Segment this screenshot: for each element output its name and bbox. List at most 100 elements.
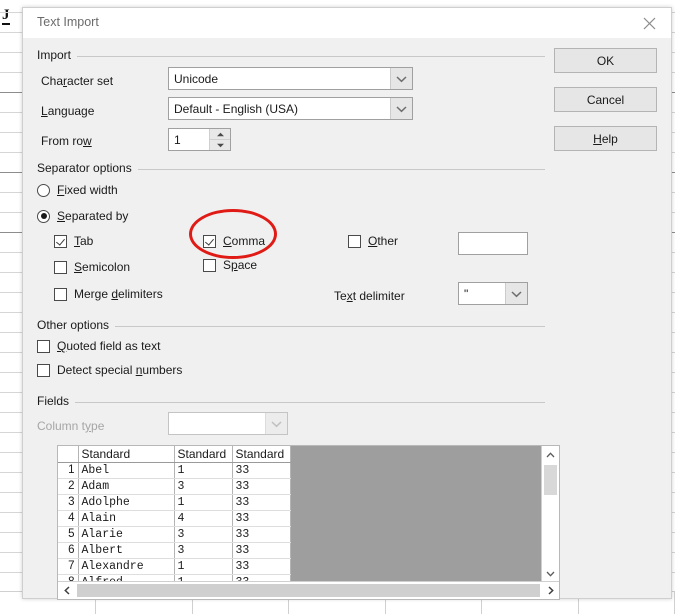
merge-delimiters-label: Merge delimiters (74, 287, 163, 301)
semicolon-label: Semicolon (74, 260, 131, 274)
chevron-down-icon[interactable] (265, 413, 287, 434)
scroll-left-icon[interactable] (58, 582, 75, 599)
table-cell: Adam (78, 478, 175, 495)
from-row-stepper[interactable]: 1 (168, 128, 231, 151)
ok-button[interactable]: OK (554, 48, 657, 73)
space-checkbox[interactable]: Space (203, 258, 257, 272)
column-header[interactable]: Standard (78, 446, 175, 463)
checkbox-indicator (54, 234, 67, 248)
rownum-header (58, 446, 79, 463)
table-cell: 3 (174, 526, 233, 543)
table-cell: 33 (232, 494, 291, 511)
table-row: 2 Adam 3 33 (58, 478, 291, 495)
table-row: 4 Alain 4 33 (58, 510, 291, 527)
table-cell: 1 (174, 462, 233, 479)
column-type-label: Column type (37, 419, 105, 433)
table-cell: 33 (232, 558, 291, 575)
checkbox-indicator (37, 339, 50, 353)
row-number: 3 (58, 494, 79, 511)
language-value: Default - English (USA) (174, 101, 299, 116)
checkbox-indicator (54, 260, 67, 274)
preview-hscroll-thumb[interactable] (77, 584, 540, 597)
table-cell: Albert (78, 542, 175, 559)
table-cell: 4 (174, 510, 233, 527)
help-button-label: Help (593, 131, 618, 146)
radio-indicator (37, 209, 50, 223)
dialog-titlebar: Text Import (23, 8, 671, 39)
import-group: Import (37, 48, 545, 62)
table-cell: Alexandre (78, 558, 175, 575)
cancel-button[interactable]: Cancel (554, 87, 657, 112)
preview-horizontal-scrollbar[interactable] (58, 581, 559, 599)
fixed-width-radio[interactable]: Fixed width (37, 183, 118, 197)
fields-group-label: Fields (37, 394, 76, 408)
chevron-down-icon[interactable] (390, 98, 412, 119)
from-row-value: 1 (174, 132, 181, 147)
comma-label: Comma (223, 234, 266, 248)
table-cell: 3 (174, 478, 233, 495)
table-cell: Alarie (78, 526, 175, 543)
background-column-letter: J (2, 7, 10, 25)
preview-grid[interactable]: Standard Standard Standard 1 Abel 1 33 2 Adam… (58, 446, 542, 582)
comma-checkbox[interactable]: Comma (203, 234, 265, 248)
dialog-title: Text Import (37, 15, 99, 29)
detect-special-numbers-checkbox[interactable]: Detect special numbers (37, 363, 182, 377)
preview-vertical-scrollbar[interactable] (541, 446, 559, 582)
checkbox-indicator (54, 287, 67, 301)
preview-vscroll-thumb[interactable] (544, 465, 557, 495)
tab-checkbox[interactable]: Tab (54, 234, 93, 248)
table-cell: Alain (78, 510, 175, 527)
table-cell: 3 (174, 542, 233, 559)
table-row: 3 Adolphe 1 33 (58, 494, 291, 511)
scroll-right-icon[interactable] (542, 582, 559, 599)
fixed-width-label: Fixed width (57, 183, 118, 197)
quoted-field-as-text-checkbox[interactable]: Quoted field as text (37, 339, 160, 353)
scroll-up-icon[interactable] (542, 446, 559, 463)
spinner-up-icon[interactable] (210, 129, 230, 140)
checkbox-indicator (203, 258, 216, 272)
import-group-label: Import (37, 48, 78, 62)
help-button[interactable]: Help (554, 126, 657, 151)
other-separator-checkbox[interactable]: Other (348, 234, 398, 248)
chevron-down-icon[interactable] (505, 283, 527, 304)
row-number: 6 (58, 542, 79, 559)
checkbox-indicator (37, 363, 50, 377)
quoted-field-as-text-label: Quoted field as text (57, 339, 161, 353)
separated-by-label: Separated by (57, 209, 129, 223)
semicolon-checkbox[interactable]: Semicolon (54, 260, 130, 274)
space-label: Space (223, 258, 258, 272)
column-header[interactable]: Standard (232, 446, 291, 463)
table-cell: Adolphe (78, 494, 175, 511)
ok-button-label: OK (596, 53, 615, 68)
column-header[interactable]: Standard (174, 446, 233, 463)
row-number: 7 (58, 558, 79, 575)
from-row-spin-buttons[interactable] (209, 129, 230, 150)
other-options-group-label: Other options (37, 318, 116, 332)
column-type-dropdown[interactable] (168, 412, 288, 435)
language-dropdown[interactable]: Default - English (USA) (168, 97, 413, 120)
character-set-dropdown[interactable]: Unicode (168, 67, 413, 90)
row-number: 2 (58, 478, 79, 495)
import-group-line (37, 56, 545, 57)
separated-by-radio[interactable]: Separated by (37, 209, 128, 223)
row-number: 1 (58, 462, 79, 479)
other-separator-input[interactable] (458, 232, 528, 255)
table-cell: Abel (78, 462, 175, 479)
preview-table: Standard Standard Standard 1 Abel 1 33 2 Adam… (58, 446, 291, 582)
chevron-down-icon[interactable] (390, 68, 412, 89)
row-number: 4 (58, 510, 79, 527)
close-icon[interactable] (627, 8, 671, 38)
preview-body: 1 Abel 1 33 2 Adam 3 33 3 Adolphe 1 33 4 Alain 4 33 5 Ala… (58, 462, 291, 582)
preview-header-row: Standard Standard Standard (58, 446, 291, 463)
checkbox-indicator (203, 234, 216, 248)
cancel-button-label: Cancel (586, 92, 625, 107)
table-cell: 33 (232, 478, 291, 495)
character-set-value: Unicode (174, 71, 219, 86)
text-delimiter-dropdown[interactable]: " (458, 282, 528, 305)
table-row: 7 Alexandre 1 33 (58, 558, 291, 575)
merge-delimiters-checkbox[interactable]: Merge delimiters (54, 287, 163, 301)
spinner-down-icon[interactable] (210, 140, 230, 150)
scroll-down-icon[interactable] (542, 565, 559, 582)
import-preview[interactable]: Standard Standard Standard 1 Abel 1 33 2 Adam… (57, 445, 560, 600)
table-row: 6 Albert 3 33 (58, 542, 291, 559)
